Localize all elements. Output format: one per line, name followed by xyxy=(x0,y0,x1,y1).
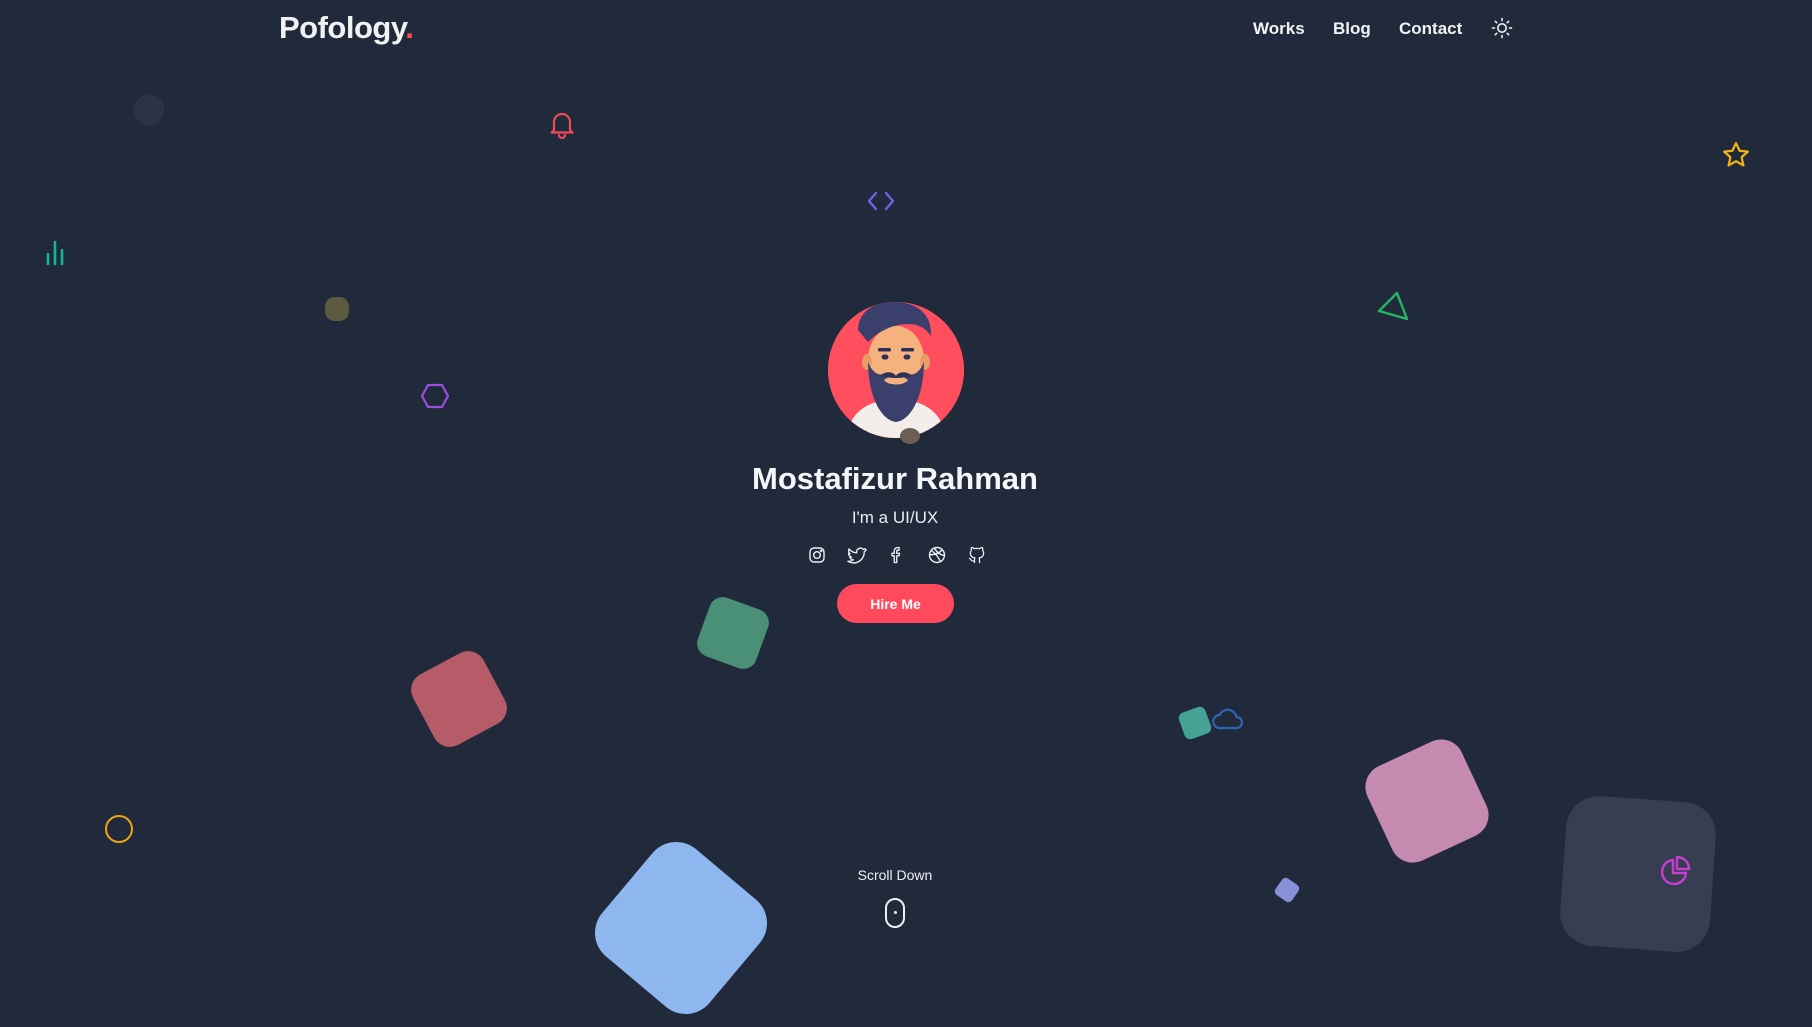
instagram-icon xyxy=(809,547,825,563)
facebook-link[interactable] xyxy=(887,545,907,565)
dribbble-link[interactable] xyxy=(927,545,947,565)
dribbble-icon xyxy=(928,546,946,564)
facebook-icon xyxy=(891,546,901,564)
twitter-link[interactable] xyxy=(847,545,867,565)
instagram-link[interactable] xyxy=(807,545,827,565)
mouse-scroll-icon[interactable] xyxy=(885,898,905,928)
hire-me-button[interactable]: Hire Me xyxy=(837,584,954,623)
hero-role: I'm a UI/UX xyxy=(851,508,939,527)
github-icon xyxy=(968,546,985,564)
twitter-icon xyxy=(847,547,867,564)
hero-section: Mostafizur Rahman I'm a UI/UX Hire Me Sc… xyxy=(0,0,1812,928)
hero-name: Mostafizur Rahman xyxy=(752,461,1038,496)
avatar xyxy=(828,302,964,438)
github-link[interactable] xyxy=(967,545,987,565)
dot-shape xyxy=(900,428,920,444)
avatar-illustration xyxy=(828,302,964,438)
scroll-down-label: Scroll Down xyxy=(857,867,933,883)
social-links xyxy=(803,545,989,565)
